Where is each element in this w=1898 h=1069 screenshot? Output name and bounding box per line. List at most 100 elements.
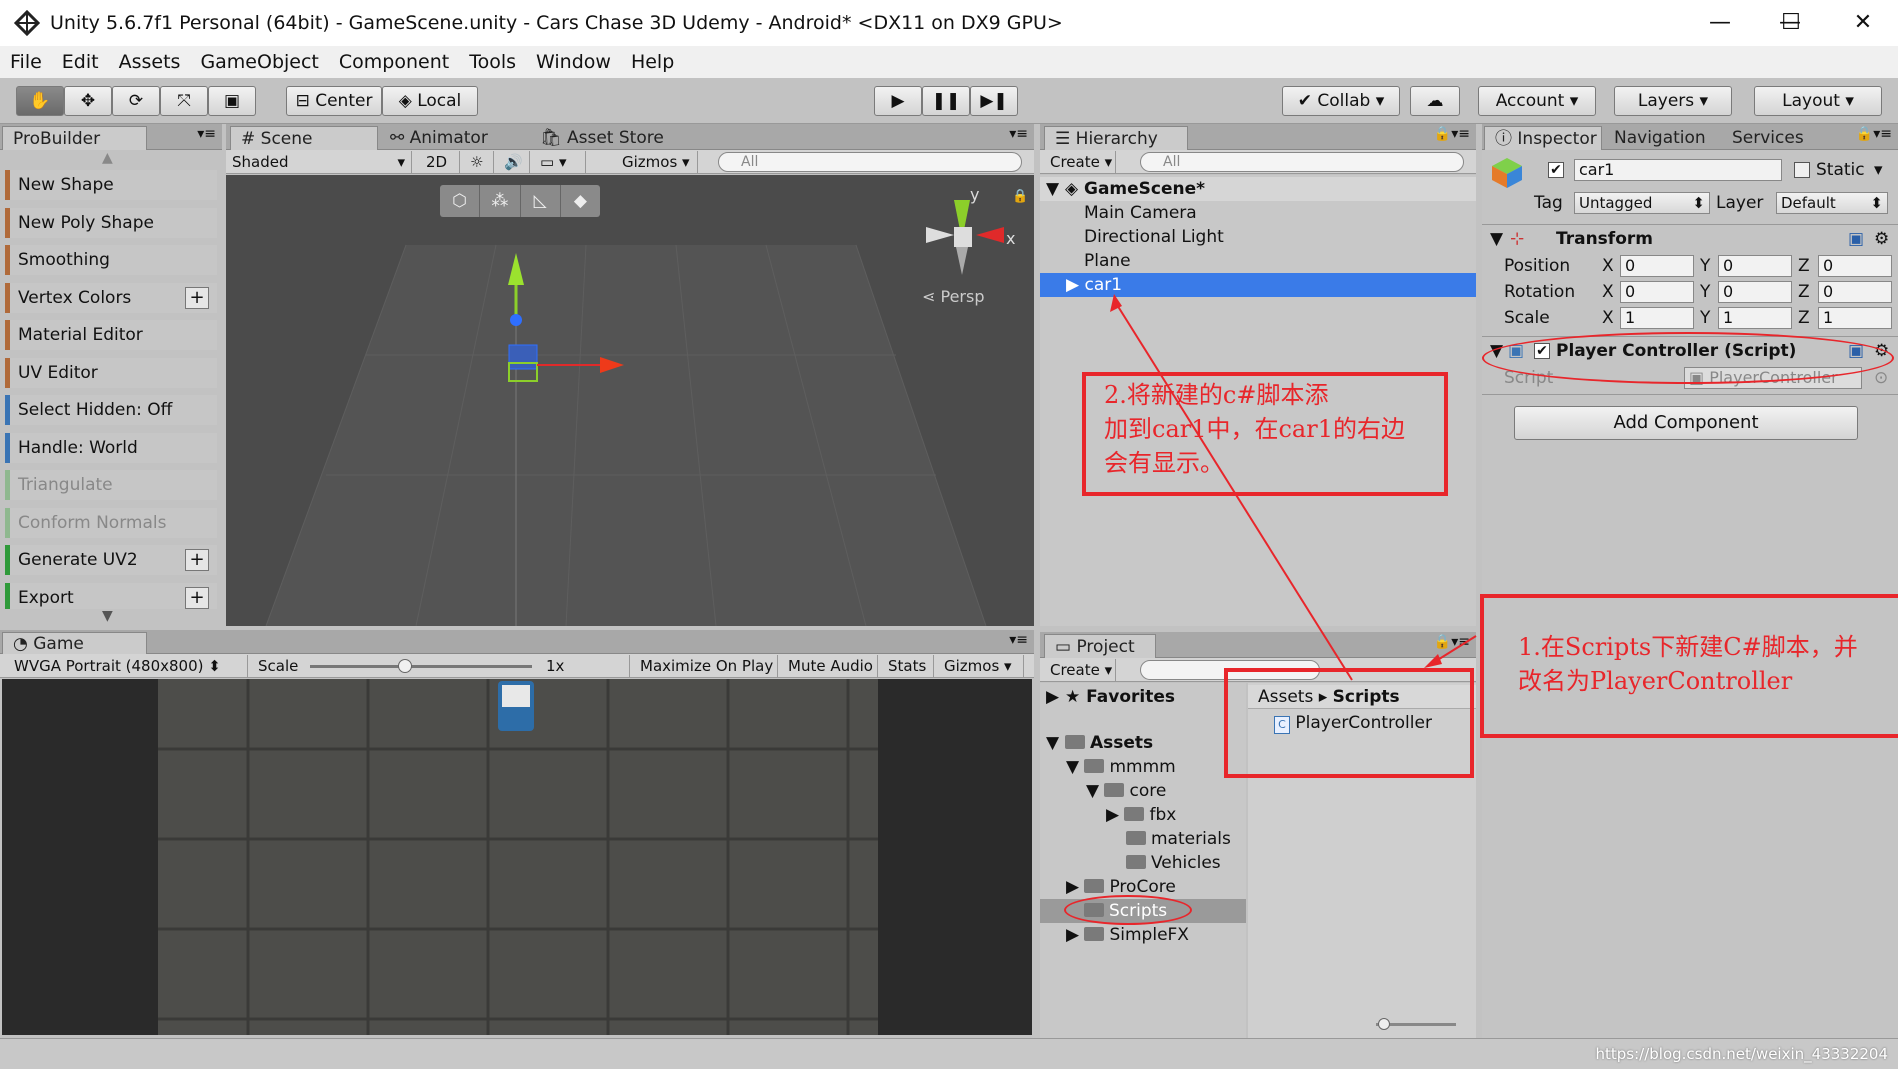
active-checkbox[interactable]: ✔ (1548, 162, 1564, 178)
folder-procore[interactable]: ▶ ProCore (1066, 877, 1176, 897)
scroll-up-icon[interactable]: ▲ (102, 150, 113, 166)
add-component-button[interactable]: Add Component (1514, 406, 1858, 440)
folder-mmmm[interactable]: ▼ mmmm (1066, 757, 1176, 777)
scale-y-field[interactable]: 1 (1718, 307, 1792, 329)
effects-dropdown-icon[interactable]: ▭ ▾ (534, 151, 586, 173)
assets-node[interactable]: ▼ Assets (1046, 733, 1153, 753)
pb-material-editor[interactable]: Material Editor (5, 320, 217, 350)
scale-slider-handle[interactable] (398, 659, 412, 673)
panel-menu-icon[interactable]: ▾≡ (1009, 126, 1028, 142)
lighting-toggle-icon[interactable]: ☼ (464, 151, 494, 173)
pb-triangulate[interactable]: Triangulate (5, 470, 217, 500)
menu-component[interactable]: Component (339, 51, 449, 73)
gear-icon[interactable]: ⚙ (1874, 228, 1889, 250)
tag-dropdown[interactable]: Untagged ⬍ (1574, 192, 1710, 214)
expand-icon[interactable]: ▼ (1046, 179, 1059, 199)
audio-toggle-icon[interactable]: 🔊 (498, 151, 530, 173)
folder-vehicles[interactable]: Vehicles (1126, 853, 1221, 873)
pb-conform-normals[interactable]: Conform Normals (5, 508, 217, 538)
play-button[interactable]: ▶ (874, 86, 922, 116)
plus-icon[interactable]: + (185, 549, 209, 571)
tab-asset-store[interactable]: 🛍 Asset Store (530, 126, 700, 150)
panel-menu-icon[interactable]: 🔒▾≡ (1434, 634, 1470, 650)
folder-fbx[interactable]: ▶ fbx (1106, 805, 1176, 825)
layer-dropdown[interactable]: Default ⬍ (1776, 192, 1888, 214)
plus-icon[interactable]: + (185, 587, 209, 609)
rotation-x-field[interactable]: 0 (1620, 281, 1694, 303)
static-checkbox[interactable] (1794, 162, 1810, 178)
project-create-dropdown[interactable]: Create ▾ (1044, 659, 1116, 681)
pb-export[interactable]: Export + (5, 583, 217, 609)
move-tool-button[interactable]: ✥ (64, 86, 112, 116)
cube-icon[interactable]: ⬡ (440, 185, 481, 217)
position-x-field[interactable]: 0 (1620, 255, 1694, 277)
hierarchy-item-plane[interactable]: Plane (1040, 249, 1476, 273)
hierarchy-item-car1[interactable]: ▶ car1 (1040, 273, 1476, 297)
maximize-on-play-toggle[interactable]: Maximize On Play (634, 655, 778, 677)
object-picker-icon[interactable]: ⊙ (1874, 367, 1888, 389)
scene-gizmos-dropdown[interactable]: Gizmos ▾ (616, 151, 698, 173)
step-button[interactable]: ▶❚ (970, 86, 1018, 116)
pb-generate-uv2[interactable]: Generate UV2 + (5, 545, 217, 575)
collapse-icon[interactable]: ▼ (1490, 228, 1503, 250)
menu-gameobject[interactable]: GameObject (200, 51, 318, 73)
hierarchy-item-main-camera[interactable]: Main Camera (1040, 201, 1476, 225)
menu-file[interactable]: File (10, 51, 42, 73)
menu-assets[interactable]: Assets (119, 51, 181, 73)
game-gizmos-dropdown[interactable]: Gizmos ▾ (938, 655, 1024, 677)
scale-slider-track[interactable] (310, 665, 532, 668)
rotate-tool-button[interactable]: ⟳ (112, 86, 160, 116)
panel-menu-icon[interactable]: ▾≡ (1009, 632, 1028, 648)
tab-inspector[interactable]: ⓘ Inspector (1484, 126, 1602, 150)
mute-audio-toggle[interactable]: Mute Audio (782, 655, 878, 677)
favorites-node[interactable]: ▶ ★ Favorites (1046, 687, 1175, 707)
stats-toggle[interactable]: Stats (882, 655, 934, 677)
tab-services[interactable]: Services (1722, 126, 1822, 150)
face-icon[interactable]: ◆ (561, 185, 600, 217)
scene-search-input[interactable]: All (718, 152, 1022, 172)
layout-dropdown[interactable]: Layout ▾ (1754, 86, 1882, 116)
hierarchy-search-input[interactable]: All (1140, 152, 1464, 172)
position-y-field[interactable]: 0 (1718, 255, 1792, 277)
tab-navigation[interactable]: Navigation (1604, 126, 1722, 150)
position-z-field[interactable]: 0 (1818, 255, 1892, 277)
pb-uv-editor[interactable]: UV Editor (5, 358, 217, 388)
maximize-button[interactable]: ☐ (1766, 8, 1816, 38)
rotation-y-field[interactable]: 0 (1718, 281, 1792, 303)
static-dropdown-icon[interactable]: ▾ (1874, 159, 1883, 181)
scroll-down-icon[interactable]: ▼ (102, 608, 113, 624)
scale-z-field[interactable]: 1 (1818, 307, 1892, 329)
panel-menu-icon[interactable]: 🔒▾≡ (1856, 126, 1892, 142)
pb-smoothing[interactable]: Smoothing (5, 245, 217, 275)
pb-handle-world[interactable]: Handle: World (5, 433, 217, 463)
shaded-dropdown[interactable]: Shaded ▾ (226, 151, 412, 173)
help-book-icon[interactable]: ▣ (1848, 228, 1864, 250)
object-name-field[interactable]: car1 (1574, 159, 1782, 181)
plus-icon[interactable]: + (185, 287, 209, 309)
layers-dropdown[interactable]: Layers ▾ (1614, 86, 1732, 116)
folder-simplefx[interactable]: ▶ SimpleFX (1066, 925, 1189, 945)
tab-hierarchy[interactable]: ☰ Hierarchy (1044, 126, 1188, 150)
collab-button[interactable]: ✔ Collab ▾ (1282, 86, 1400, 116)
hierarchy-create-dropdown[interactable]: Create ▾ (1044, 151, 1116, 173)
cloud-button[interactable]: ☁ (1410, 86, 1460, 116)
scale-x-field[interactable]: 1 (1620, 307, 1694, 329)
menu-help[interactable]: Help (631, 51, 674, 73)
pause-button[interactable]: ❚❚ (922, 86, 970, 116)
persp-label[interactable]: ⋖ Persp (922, 287, 985, 306)
scene-root[interactable]: ▼ ◈ GameScene* (1040, 177, 1476, 201)
account-dropdown[interactable]: Account ▾ (1478, 86, 1596, 116)
pb-new-shape[interactable]: New Shape (5, 170, 217, 200)
folder-core[interactable]: ▼ core (1086, 781, 1166, 801)
panel-menu-icon[interactable]: ▾≡ (197, 126, 216, 142)
hand-tool-button[interactable]: ✋ (16, 86, 64, 116)
rotation-z-field[interactable]: 0 (1818, 281, 1892, 303)
pivot-center-button[interactable]: ⊟ Center (286, 86, 382, 116)
tab-scene[interactable]: # Scene (230, 126, 378, 150)
expand-icon[interactable]: ▶ (1066, 275, 1084, 295)
pivot-local-button[interactable]: ◈ Local (382, 86, 478, 116)
minimize-button-visible[interactable]: — (1695, 8, 1745, 38)
close-button[interactable]: ✕ (1838, 8, 1888, 38)
pb-vertex-colors[interactable]: Vertex Colors + (5, 283, 217, 313)
lock-icon[interactable]: 🔒 (1012, 189, 1028, 204)
